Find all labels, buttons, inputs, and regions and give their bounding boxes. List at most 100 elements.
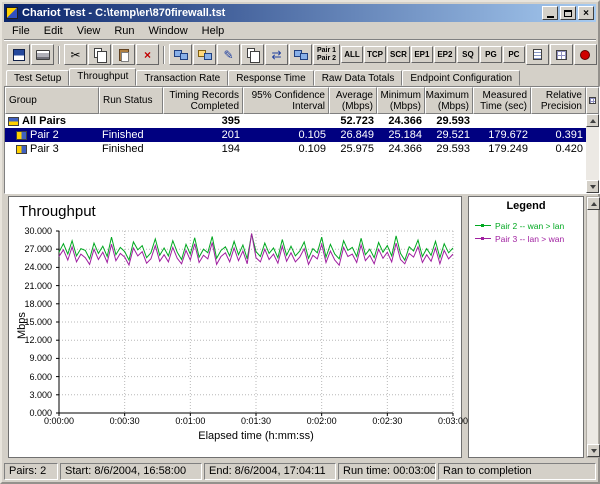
cell-confidence: 0.105	[243, 129, 329, 141]
filter-tcp-button[interactable]: TCP	[364, 46, 386, 63]
tab-response-time[interactable]: Response Time	[228, 70, 313, 86]
lower-pane-scrollbar[interactable]	[586, 196, 599, 458]
legend-label: Pair 3 -- lan > wan	[495, 234, 564, 244]
legend-entry: Pair 2 -- wan > lan	[475, 219, 580, 232]
column-options-button[interactable]	[586, 87, 599, 114]
save-button[interactable]	[7, 44, 30, 65]
filter-pg-button[interactable]: PG	[480, 46, 502, 63]
toolbar-separator	[163, 46, 165, 64]
report-button[interactable]	[526, 44, 549, 65]
arrow-up-icon	[591, 199, 597, 206]
app-icon	[6, 7, 18, 19]
x-tick-label: 0:00:00	[37, 416, 81, 426]
close-button[interactable]: ×	[578, 6, 594, 20]
tab-bar: Test Setup Throughput Transaction Rate R…	[4, 68, 596, 86]
header-measured-time[interactable]: Measured Time (sec)	[473, 87, 531, 114]
scroll-up-button[interactable]	[586, 114, 599, 127]
title-bar[interactable]: Chariot Test - C:\temp\er\870firewall.ts…	[4, 4, 596, 22]
pair-filter-button[interactable]: Pair 1 Pair 2	[313, 44, 340, 65]
filter-pc-button[interactable]: PC	[503, 46, 525, 63]
scroll-down-button[interactable]	[586, 180, 599, 193]
y-tick-label: 24.000	[9, 262, 55, 272]
add-pair-button[interactable]	[169, 44, 192, 65]
toolbar: ✂ × ✎ ⇄ Pair 1 Pair 2 ALL TCP SCR EP1 EP…	[4, 40, 596, 68]
add-pair-icon	[174, 50, 188, 59]
paste-button[interactable]	[112, 44, 135, 65]
copy-icon	[94, 48, 102, 58]
column-options-icon	[589, 97, 596, 104]
chart-panel: Throughput Mbps 30.00027.00024.00021.000…	[8, 196, 462, 458]
header-minimum[interactable]: Minimum (Mbps)	[377, 87, 425, 114]
legend-entry: Pair 3 -- lan > wan	[475, 232, 580, 245]
x-tick-label: 0:02:00	[300, 416, 344, 426]
table-row[interactable]: Pair 3Finished1940.10925.97524.36629.593…	[5, 142, 586, 156]
filter-ep2-button[interactable]: EP2	[434, 46, 456, 63]
cell-run-status: Finished	[99, 143, 163, 155]
cut-button[interactable]: ✂	[64, 44, 87, 65]
cell-confidence: 0.109	[243, 143, 329, 155]
paste-icon	[119, 49, 129, 61]
cell-timing-records: 201	[163, 129, 243, 141]
print-button[interactable]	[31, 44, 54, 65]
status-completion: Ran to completion	[438, 463, 596, 480]
header-average[interactable]: Average (Mbps)	[329, 87, 377, 114]
x-axis-ticks: 0:00:000:00:300:01:000:01:300:02:000:02:…	[59, 416, 453, 426]
filter-scr-button[interactable]: SCR	[387, 46, 410, 63]
window-title: Chariot Test - C:\temp\er\870firewall.ts…	[22, 7, 542, 19]
swap-endpoints-button[interactable]: ⇄	[265, 44, 288, 65]
add-group-button[interactable]	[193, 44, 216, 65]
menu-window[interactable]: Window	[142, 23, 195, 39]
arrow-up-icon	[590, 116, 596, 123]
tab-endpoint-configuration[interactable]: Endpoint Configuration	[402, 70, 520, 86]
header-precision[interactable]: Relative Precision	[531, 87, 586, 114]
menu-view[interactable]: View	[70, 23, 108, 39]
legend-label: Pair 2 -- wan > lan	[495, 221, 564, 231]
cell-group: All Pairs	[5, 115, 99, 127]
cell-average: 26.849	[329, 129, 377, 141]
cell-precision: 0.391	[531, 129, 586, 141]
table-scrollbar[interactable]	[586, 114, 599, 193]
tab-transaction-rate[interactable]: Transaction Rate	[136, 70, 228, 86]
cell-group: Pair 3	[5, 143, 99, 155]
tab-test-setup[interactable]: Test Setup	[6, 70, 69, 86]
status-pairs: Pairs: 2	[4, 463, 58, 480]
close-icon: ×	[583, 8, 589, 19]
pair-filter-line2: Pair 2	[317, 55, 336, 63]
connect-endpoints-button[interactable]	[289, 44, 312, 65]
menu-run[interactable]: Run	[107, 23, 141, 39]
delete-button[interactable]: ×	[136, 44, 159, 65]
filter-ep1-button[interactable]: EP1	[411, 46, 433, 63]
cell-maximum: 29.593	[425, 143, 473, 155]
header-maximum[interactable]: Maximum (Mbps)	[425, 87, 473, 114]
header-run-status[interactable]: Run Status	[99, 87, 163, 114]
y-tick-label: 6.000	[9, 372, 55, 382]
tab-throughput[interactable]: Throughput	[69, 68, 136, 86]
x-tick-label: 0:01:00	[168, 416, 212, 426]
filter-all-button[interactable]: ALL	[341, 46, 363, 63]
table-body: All Pairs39552.72324.36629.593Pair 2Fini…	[5, 114, 586, 193]
header-group[interactable]: Group	[5, 87, 99, 114]
copy-button[interactable]	[88, 44, 111, 65]
header-timing-records[interactable]: Timing Records Completed	[163, 87, 243, 114]
filter-sq-button[interactable]: SQ	[457, 46, 479, 63]
maximize-button[interactable]	[560, 6, 576, 20]
copy-pair-button[interactable]	[241, 44, 264, 65]
minimize-button[interactable]	[542, 6, 558, 20]
scroll-down-button[interactable]	[587, 444, 600, 457]
menu-help[interactable]: Help	[195, 23, 232, 39]
menu-edit[interactable]: Edit	[37, 23, 70, 39]
status-end-time: End: 8/6/2004, 17:04:11	[204, 463, 336, 480]
header-confidence[interactable]: 95% Confidence Interval	[243, 87, 329, 114]
menu-file[interactable]: File	[5, 23, 37, 39]
tab-raw-data-totals[interactable]: Raw Data Totals	[314, 70, 403, 86]
x-tick-label: 0:02:30	[365, 416, 409, 426]
y-tick-label: 3.000	[9, 390, 55, 400]
stop-run-button[interactable]	[574, 44, 597, 65]
save-icon	[13, 49, 25, 61]
table-row[interactable]: Pair 2Finished2010.10526.84925.18429.521…	[5, 128, 586, 142]
scroll-up-button[interactable]	[587, 197, 600, 210]
data-grid-button[interactable]	[550, 44, 573, 65]
y-tick-label: 27.000	[9, 244, 55, 254]
edit-pair-button[interactable]: ✎	[217, 44, 240, 65]
table-row[interactable]: All Pairs39552.72324.36629.593	[5, 114, 586, 128]
